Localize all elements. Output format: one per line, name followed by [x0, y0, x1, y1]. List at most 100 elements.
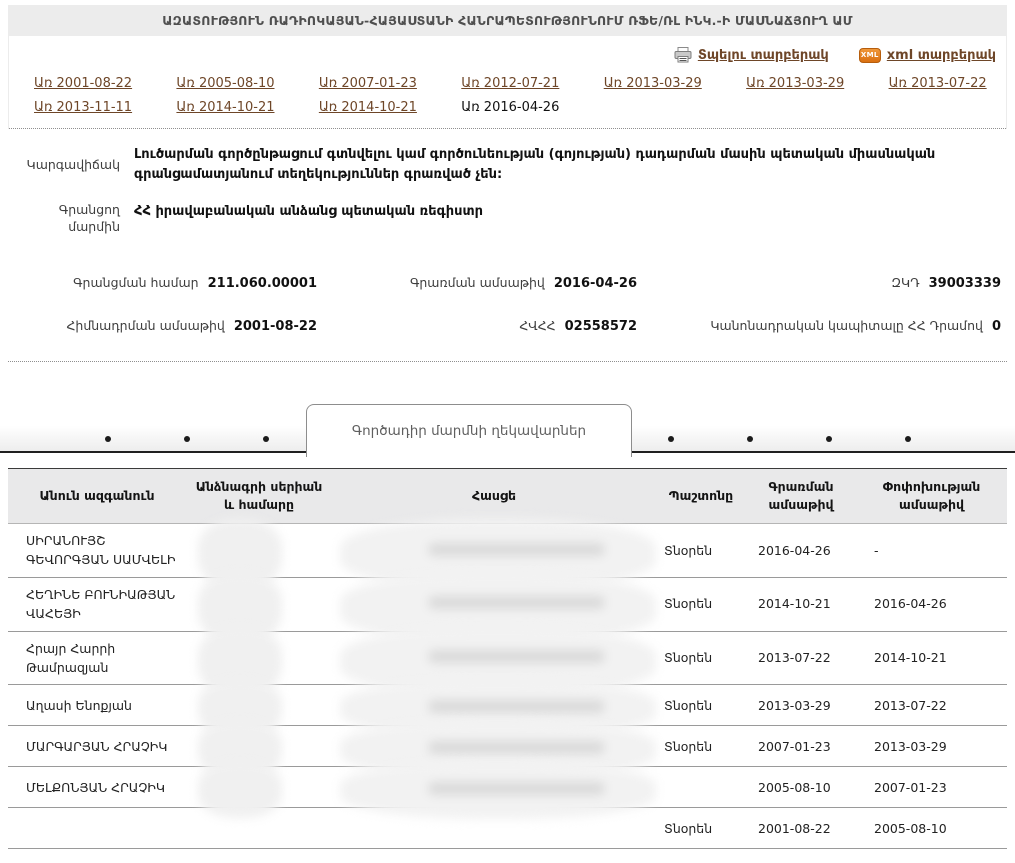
- snapshot-date-link[interactable]: Առ 2014-10-21: [319, 100, 417, 115]
- snapshot-item: Առ 2013-07-22: [864, 76, 1006, 91]
- snapshot-item: Առ 2001-08-22: [9, 76, 151, 91]
- cell-name: ՀԵՂԻՆԵ ԲՈՒՆԻԱԹՅԱՆ ՎԱՀԵՅԻ: [8, 585, 186, 624]
- tab-dot-icon[interactable]: [105, 436, 111, 442]
- registration-field-label: Կանոնադրական կապիտալը ՀՀ Դրամով: [710, 318, 983, 333]
- snapshot-item: Առ 2005-08-10: [151, 76, 293, 91]
- cell-record-date: 2007-01-23: [746, 737, 856, 756]
- snapshot-item: Առ 2013-03-29: [579, 76, 721, 91]
- table-header-row: Անուն ազգանուն Անձնագրի սերիան և համարը …: [8, 469, 1007, 524]
- snapshot-item: Առ 2012-07-21: [436, 76, 578, 91]
- cell-position: Տնօրեն: [656, 737, 746, 756]
- column-header-position: Պաշտոնը: [656, 483, 746, 509]
- tab-dot-icon[interactable]: [263, 436, 269, 442]
- column-header-name: Անուն ազգանուն: [8, 483, 186, 509]
- registration-field-value: 211.060.00001: [208, 276, 317, 291]
- registration-field-value: 2016-04-26: [554, 276, 637, 291]
- registration-field-value: 02558572: [565, 319, 637, 334]
- snapshot-date-current: Առ 2016-04-26: [461, 100, 559, 115]
- cell-position: Տնօրեն: [656, 594, 746, 613]
- page-title-bar: ԱԶԱՏՈՒԹՅՈՒՆ ՌԱԴԻՈԿԱՅԱՆ-ՀԱՅԱՍՏԱՆԻ ՀԱՆՐԱՊԵ…: [8, 5, 1007, 36]
- cell-change-date: 2014-10-21: [856, 648, 1007, 667]
- table-row: ՍԻՐԱՆՈՒՅՇ ԳԵՎՈՐԳՅԱՆ ՍԱՄՎԵԼԻՏնօրեն2016-04…: [8, 524, 1007, 578]
- top-panel: Տպելու տարբերակ XML xml տարբերակ Առ 2001…: [8, 36, 1007, 129]
- snapshot-date-link[interactable]: Առ 2013-11-11: [34, 100, 132, 115]
- cell-change-date: -: [856, 541, 1007, 560]
- registration-field: Կանոնադրական կապիտալը ՀՀ Դրամով 0: [643, 318, 1007, 334]
- registration-field: ԶԿԴ39003339: [643, 275, 1007, 291]
- cell-name: ՄԵԼՔՈՆՅԱՆ ՀՐԱՉԻԿ: [8, 778, 186, 797]
- registrar-value: ՀՀ իրավաբանական անձանց պետական ռեգիստր: [134, 202, 483, 236]
- snapshot-date-link[interactable]: Առ 2012-07-21: [461, 76, 559, 91]
- status-label: Կարգավիճակ: [8, 157, 120, 174]
- registration-field: Գրանցման համար 211.060.00001: [8, 275, 323, 291]
- tab-dot-icon[interactable]: [905, 436, 911, 442]
- snapshot-item: Առ 2014-10-21: [151, 100, 293, 115]
- page-title: ԱԶԱՏՈՒԹՅՈՒՆ ՌԱԴԻՈԿԱՅԱՆ-ՀԱՅԱՍՏԱՆԻ ՀԱՆՐԱՊԵ…: [162, 13, 852, 28]
- tab-dot-icon[interactable]: [747, 436, 753, 442]
- status-value: Լուծարման գործընթացում գտնվելու կամ գործ…: [134, 145, 1007, 185]
- status-row: Կարգավիճակ Լուծարման գործընթացում գտնվել…: [8, 145, 1007, 185]
- registration-field-label: ՀՎՀՀ: [519, 318, 555, 333]
- cell-change-date: 2005-08-10: [856, 819, 1007, 838]
- snapshot-date-link[interactable]: Առ 2013-07-22: [889, 76, 987, 91]
- cell-change-date: 2013-03-29: [856, 737, 1007, 756]
- snapshot-item: Առ 2013-03-29: [721, 76, 863, 91]
- table-row: ՄԱՐԳԱՐՅԱՆ ՀՐԱՉԻԿ Տնօրեն2007-01-232013-03-…: [8, 726, 1007, 767]
- tab-strip: Գործադիր մարմնի ղեկավարներ: [8, 404, 1007, 458]
- column-header-address: Հասցե: [332, 483, 656, 509]
- column-header-record-date: Գրառման ամսաթիվ: [746, 474, 856, 518]
- cell-record-date: 2013-07-22: [746, 648, 856, 667]
- redacted-address-smudge: [428, 782, 605, 795]
- table-row: ՀԵՂԻՆԵ ԲՈՒՆԻԱԹՅԱՆ ՎԱՀԵՅԻ Տնօրեն2014-10-21…: [8, 578, 1007, 632]
- snapshot-date-link[interactable]: Առ 2014-10-21: [176, 100, 274, 115]
- cell-change-date: 2007-01-23: [856, 778, 1007, 797]
- table-row: ՄԵԼՔՈՆՅԱՆ ՀՐԱՉԻԿ 2005-08-102007-01-23: [8, 767, 1007, 808]
- page: ԱԶԱՏՈՒԹՅՈՒՆ ՌԱԴԻՈԿԱՅԱՆ-ՀԱՅԱՍՏԱՆԻ ՀԱՆՐԱՊԵ…: [8, 5, 1007, 849]
- snapshot-date-link[interactable]: Առ 2005-08-10: [176, 76, 274, 91]
- cell-name: Հրայր Հարրի Թամրազյան: [8, 639, 186, 678]
- cell-name: Աղասի Ենոքյան: [8, 696, 186, 715]
- cell-position: Տնօրեն: [656, 696, 746, 715]
- tab-executive-body-leaders[interactable]: Գործադիր մարմնի ղեկավարներ: [306, 404, 632, 457]
- redacted-address-smudge: [428, 596, 605, 609]
- snapshot-date-link[interactable]: Առ 2013-03-29: [746, 76, 844, 91]
- snapshot-item: Առ 2007-01-23: [294, 76, 436, 91]
- registration-field: Գրառման ամսաթիվ2016-04-26: [323, 275, 643, 291]
- redacted-address-smudge: [428, 650, 605, 663]
- cell-record-date: 2005-08-10: [746, 778, 856, 797]
- snapshot-date-link[interactable]: Առ 2001-08-22: [34, 76, 132, 91]
- table-row: Աղասի Ենոքյան Տնօրեն2013-03-292013-07-22: [8, 685, 1007, 726]
- table-body: ՍԻՐԱՆՈՒՅՇ ԳԵՎՈՐԳՅԱՆ ՍԱՄՎԵԼԻՏնօրեն2016-04…: [8, 524, 1007, 849]
- cell-change-date: 2016-04-26: [856, 594, 1007, 613]
- cell-record-date: 2013-03-29: [746, 696, 856, 715]
- cell-change-date: 2013-07-22: [856, 696, 1007, 715]
- tab-dot-icon[interactable]: [184, 436, 190, 442]
- registration-details: Գրանցման համար 211.060.00001 Գրառման ամսաթ…: [8, 257, 1007, 362]
- tab-dot-icon[interactable]: [826, 436, 832, 442]
- redacted-address-blur: [340, 762, 656, 819]
- info-section: Կարգավիճակ Լուծարման գործընթացում գտնվել…: [8, 129, 1007, 257]
- snapshot-item: Առ 2013-11-11: [9, 100, 151, 115]
- redacted-passport-blur: [198, 762, 282, 818]
- cell-record-date: 2014-10-21: [746, 594, 856, 613]
- tab-dot-icon[interactable]: [668, 436, 674, 442]
- column-header-change-date: Փոփոխության ամսաթիվ: [856, 474, 1007, 518]
- snapshot-date-link[interactable]: Առ 2007-01-23: [319, 76, 417, 91]
- snapshot-item: Առ 2014-10-21: [294, 100, 436, 115]
- snapshot-links: Առ 2001-08-22 Առ 2005-08-10 Առ 2007-01-23 Ա…: [9, 70, 1006, 129]
- registration-field: Հիմնադրման ամսաթիվ2001-08-22: [8, 318, 323, 334]
- cell-record-date: 2001-08-22: [746, 819, 856, 838]
- toolbar: Տպելու տարբերակ XML xml տարբերակ: [9, 36, 1006, 70]
- registration-field-label: Գրանցման համար: [73, 275, 198, 290]
- xml-version-link[interactable]: XML xml տարբերակ: [859, 48, 996, 63]
- leaders-table: Անուն ազգանուն Անձնագրի սերիան և համարը …: [8, 468, 1007, 849]
- snapshot-date-link[interactable]: Առ 2013-03-29: [604, 76, 702, 91]
- cell-name: ՄԱՐԳԱՐՅԱՆ ՀՐԱՉԻԿ: [8, 737, 186, 756]
- registrar-row: Գրանցող մարմին ՀՀ իրավաբանական անձանց պե…: [8, 202, 1007, 236]
- print-version-label[interactable]: Տպելու տարբերակ: [698, 48, 829, 63]
- print-version-link[interactable]: Տպելու տարբերակ: [674, 47, 829, 63]
- registration-field-value: 0: [992, 319, 1001, 334]
- registration-field: ՀՎՀՀ 02558572: [323, 318, 643, 334]
- xml-version-label[interactable]: xml տարբերակ: [887, 48, 996, 63]
- column-header-passport: Անձնագրի սերիան և համարը: [186, 474, 332, 518]
